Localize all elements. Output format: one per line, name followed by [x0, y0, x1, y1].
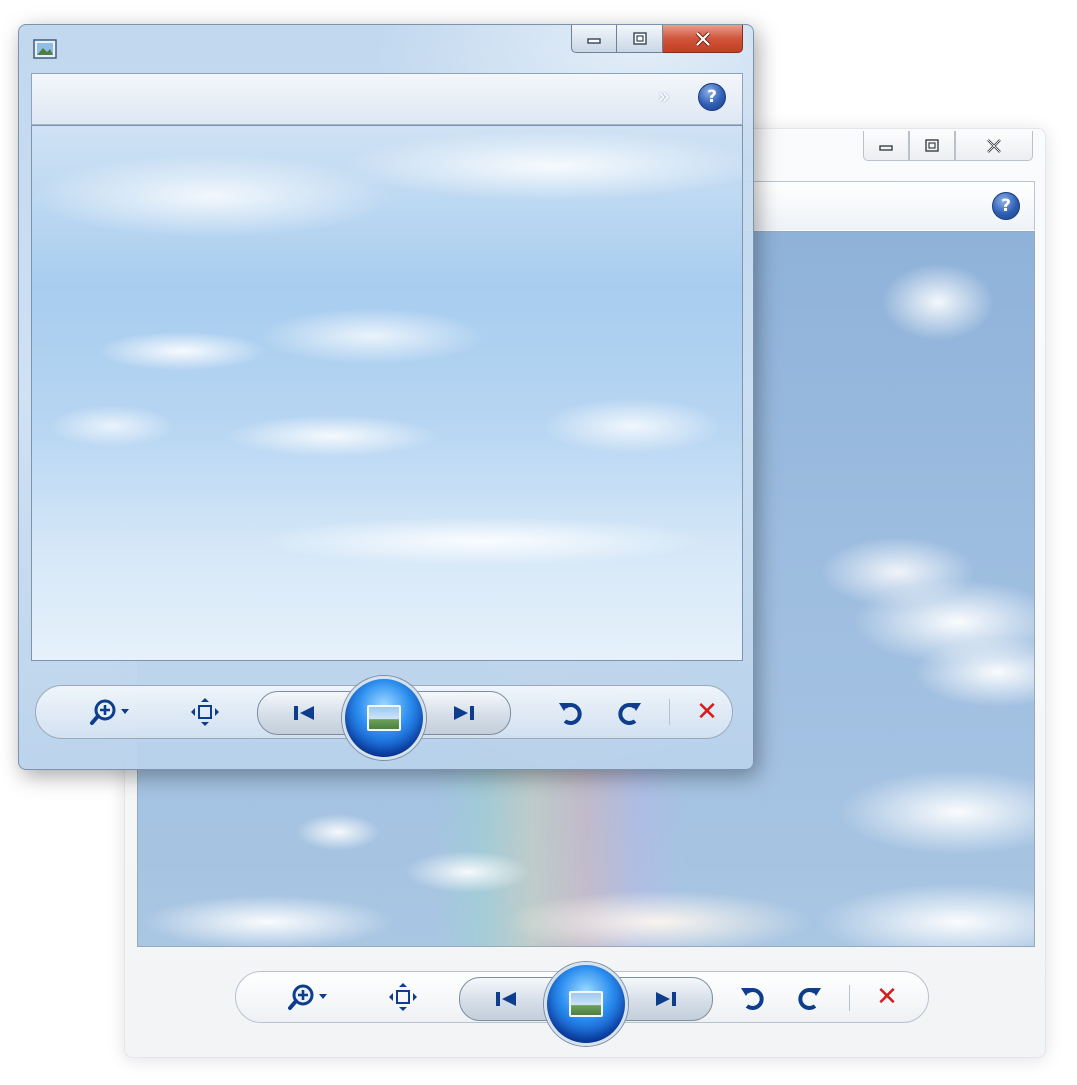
front-next-button[interactable] — [418, 692, 510, 734]
back-next-button[interactable] — [620, 978, 712, 1020]
rotate-counterclockwise-icon — [559, 703, 582, 725]
zoom-in-icon — [288, 984, 327, 1010]
slideshow-icon — [367, 705, 401, 731]
slideshow-icon — [569, 991, 603, 1017]
front-toolbar-separator — [669, 699, 670, 725]
front-close-button[interactable] — [663, 25, 743, 53]
back-minimize-button[interactable] — [863, 131, 909, 161]
maximize-icon — [925, 138, 939, 152]
close-icon — [987, 138, 1001, 153]
back-toolbar: ✕ — [235, 962, 929, 1046]
front-slideshow-button[interactable] — [342, 676, 426, 760]
zoom-in-icon — [90, 699, 129, 725]
front-rotate-counterclockwise-button[interactable] — [549, 685, 593, 739]
back-delete-button[interactable]: ✕ — [865, 971, 909, 1023]
rotate-clockwise-icon — [798, 988, 821, 1010]
maximize-icon — [632, 31, 647, 45]
back-caption-buttons — [863, 131, 1033, 163]
minimize-icon — [879, 144, 893, 151]
front-zoom-button[interactable] — [81, 685, 141, 739]
more-commands-chevron[interactable]: » — [658, 84, 670, 108]
delete-icon: ✕ — [696, 697, 718, 727]
back-maximize-button[interactable] — [909, 131, 955, 161]
rotate-clockwise-icon — [618, 703, 641, 725]
next-icon — [656, 992, 676, 1006]
back-actual-size-button[interactable] — [375, 971, 431, 1023]
close-icon — [695, 31, 710, 46]
actual-size-icon — [191, 698, 219, 726]
next-icon — [454, 706, 474, 720]
front-toolbar: ✕ — [35, 676, 733, 760]
back-rotate-counterclockwise-button[interactable] — [731, 971, 775, 1023]
back-rotate-clockwise-button[interactable] — [787, 971, 831, 1023]
back-toolbar-separator — [849, 985, 850, 1011]
front-maximize-button[interactable] — [617, 25, 663, 53]
previous-icon — [294, 706, 314, 720]
back-slideshow-button[interactable] — [544, 962, 628, 1046]
front-navigation-cluster — [257, 676, 511, 760]
front-help-button[interactable]: ? — [698, 83, 726, 111]
front-rotate-clockwise-button[interactable] — [607, 685, 651, 739]
front-caption-buttons — [571, 25, 743, 55]
front-delete-button[interactable]: ✕ — [685, 685, 729, 739]
front-minimize-button[interactable] — [571, 25, 617, 53]
front-command-bar: » ? — [31, 73, 743, 125]
back-previous-button[interactable] — [460, 978, 552, 1020]
front-actual-size-button[interactable] — [177, 685, 233, 739]
photo-viewer-app-icon — [33, 39, 57, 59]
back-close-button[interactable] — [955, 131, 1033, 161]
front-previous-button[interactable] — [258, 692, 350, 734]
front-photo-viewer-window[interactable]: » ? ✕ — [18, 24, 754, 770]
minimize-icon — [587, 37, 601, 44]
actual-size-icon — [389, 983, 417, 1011]
delete-icon: ✕ — [876, 982, 898, 1012]
back-navigation-cluster — [459, 962, 713, 1046]
rotate-counterclockwise-icon — [741, 988, 764, 1010]
back-help-button[interactable]: ? — [992, 192, 1020, 220]
previous-icon — [496, 992, 516, 1006]
back-zoom-button[interactable] — [279, 971, 339, 1023]
front-photo-display — [31, 125, 743, 661]
